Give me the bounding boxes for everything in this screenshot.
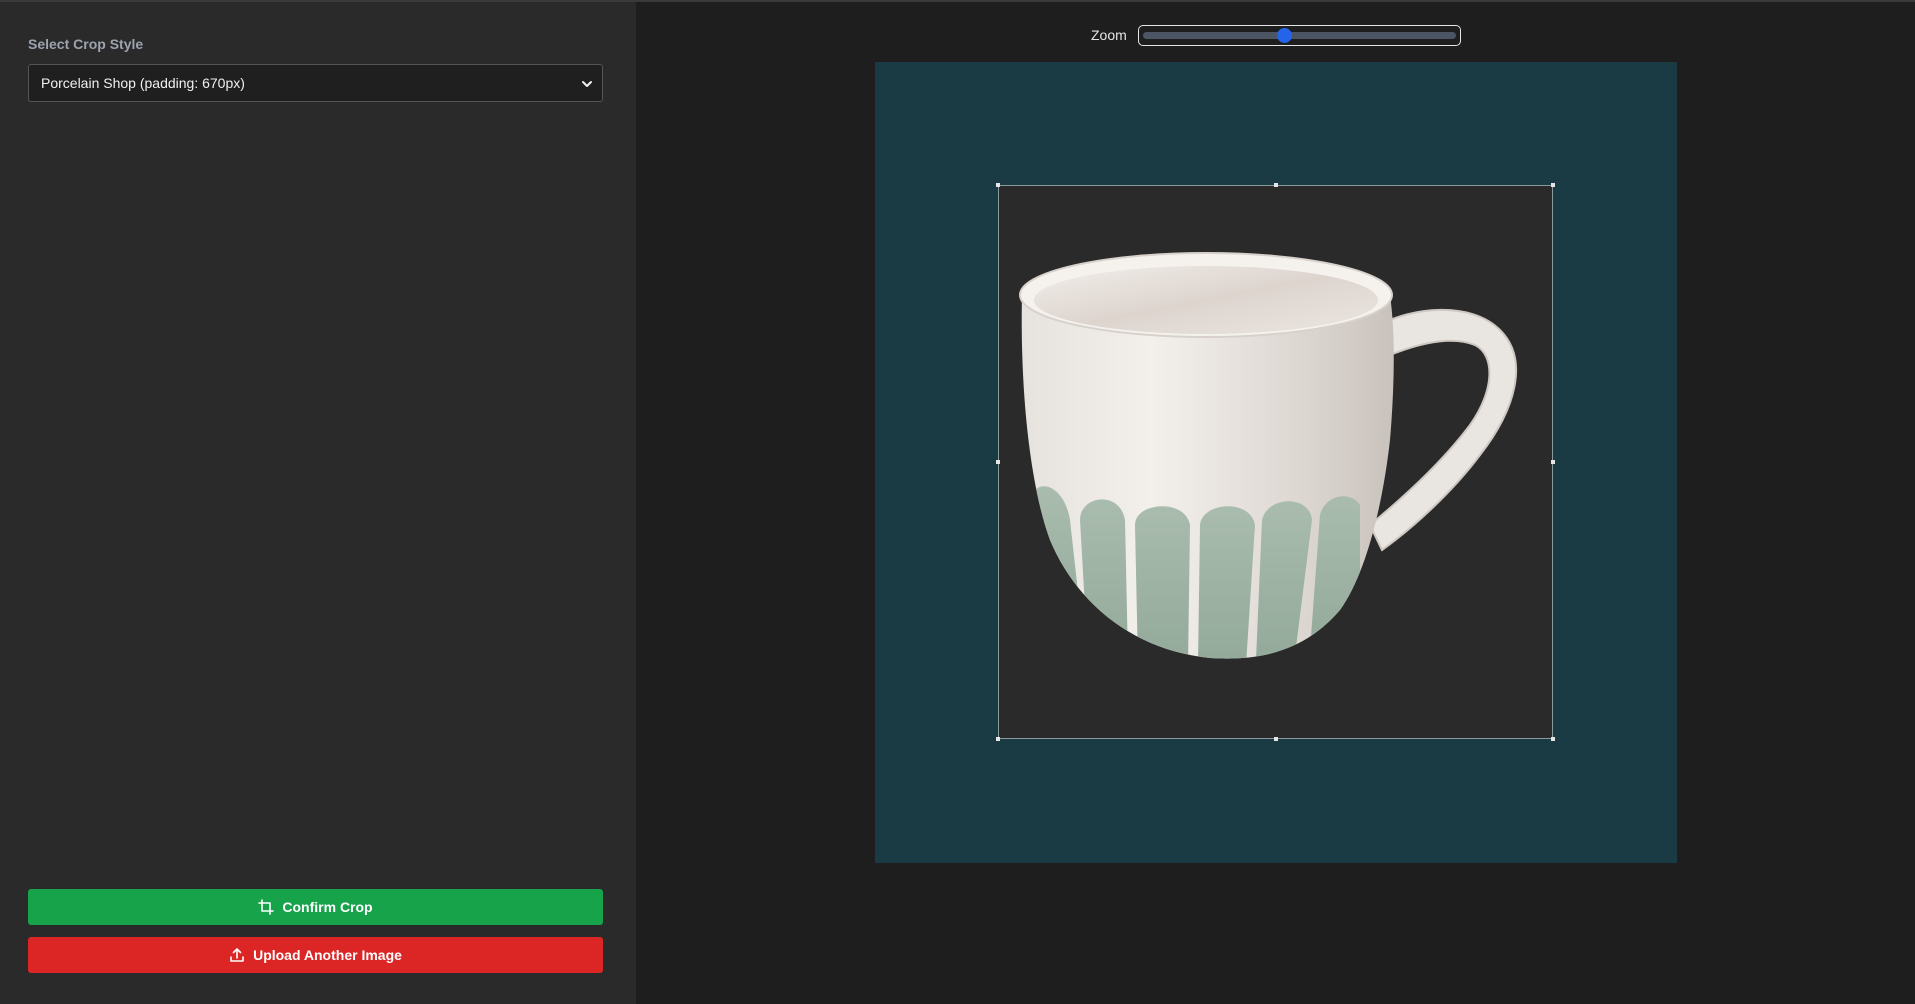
zoom-track: [1143, 32, 1456, 39]
crop-handle-top-right[interactable]: [1551, 183, 1555, 187]
crop-style-select[interactable]: Porcelain Shop (padding: 670px): [28, 64, 603, 102]
crop-handle-bottom-center[interactable]: [1274, 737, 1278, 741]
zoom-slider[interactable]: [1138, 25, 1461, 46]
upload-another-image-button[interactable]: Upload Another Image: [28, 937, 603, 973]
chevron-down-icon: [582, 81, 592, 87]
confirm-crop-button[interactable]: Confirm Crop: [28, 889, 603, 925]
crop-icon: [258, 899, 275, 915]
crop-style-label: Select Crop Style: [28, 36, 144, 52]
crop-handle-middle-right[interactable]: [1551, 460, 1555, 464]
mug-image: [1019, 252, 1518, 659]
crop-handle-middle-left[interactable]: [996, 460, 1000, 464]
confirm-crop-label: Confirm Crop: [282, 899, 373, 915]
zoom-slider-thumb[interactable]: [1276, 28, 1292, 43]
crop-handle-top-center[interactable]: [1274, 183, 1278, 187]
upload-another-image-label: Upload Another Image: [253, 947, 402, 963]
upload-icon: [230, 948, 244, 962]
sidebar: Select Crop Style Porcelain Shop (paddin…: [0, 2, 636, 1004]
crop-handle-top-left[interactable]: [996, 183, 1000, 187]
crop-handle-bottom-right[interactable]: [1551, 737, 1555, 741]
crop-handle-bottom-left[interactable]: [996, 737, 1000, 741]
crop-style-selected-value: Porcelain Shop (padding: 670px): [41, 75, 245, 91]
zoom-label: Zoom: [1091, 27, 1127, 43]
